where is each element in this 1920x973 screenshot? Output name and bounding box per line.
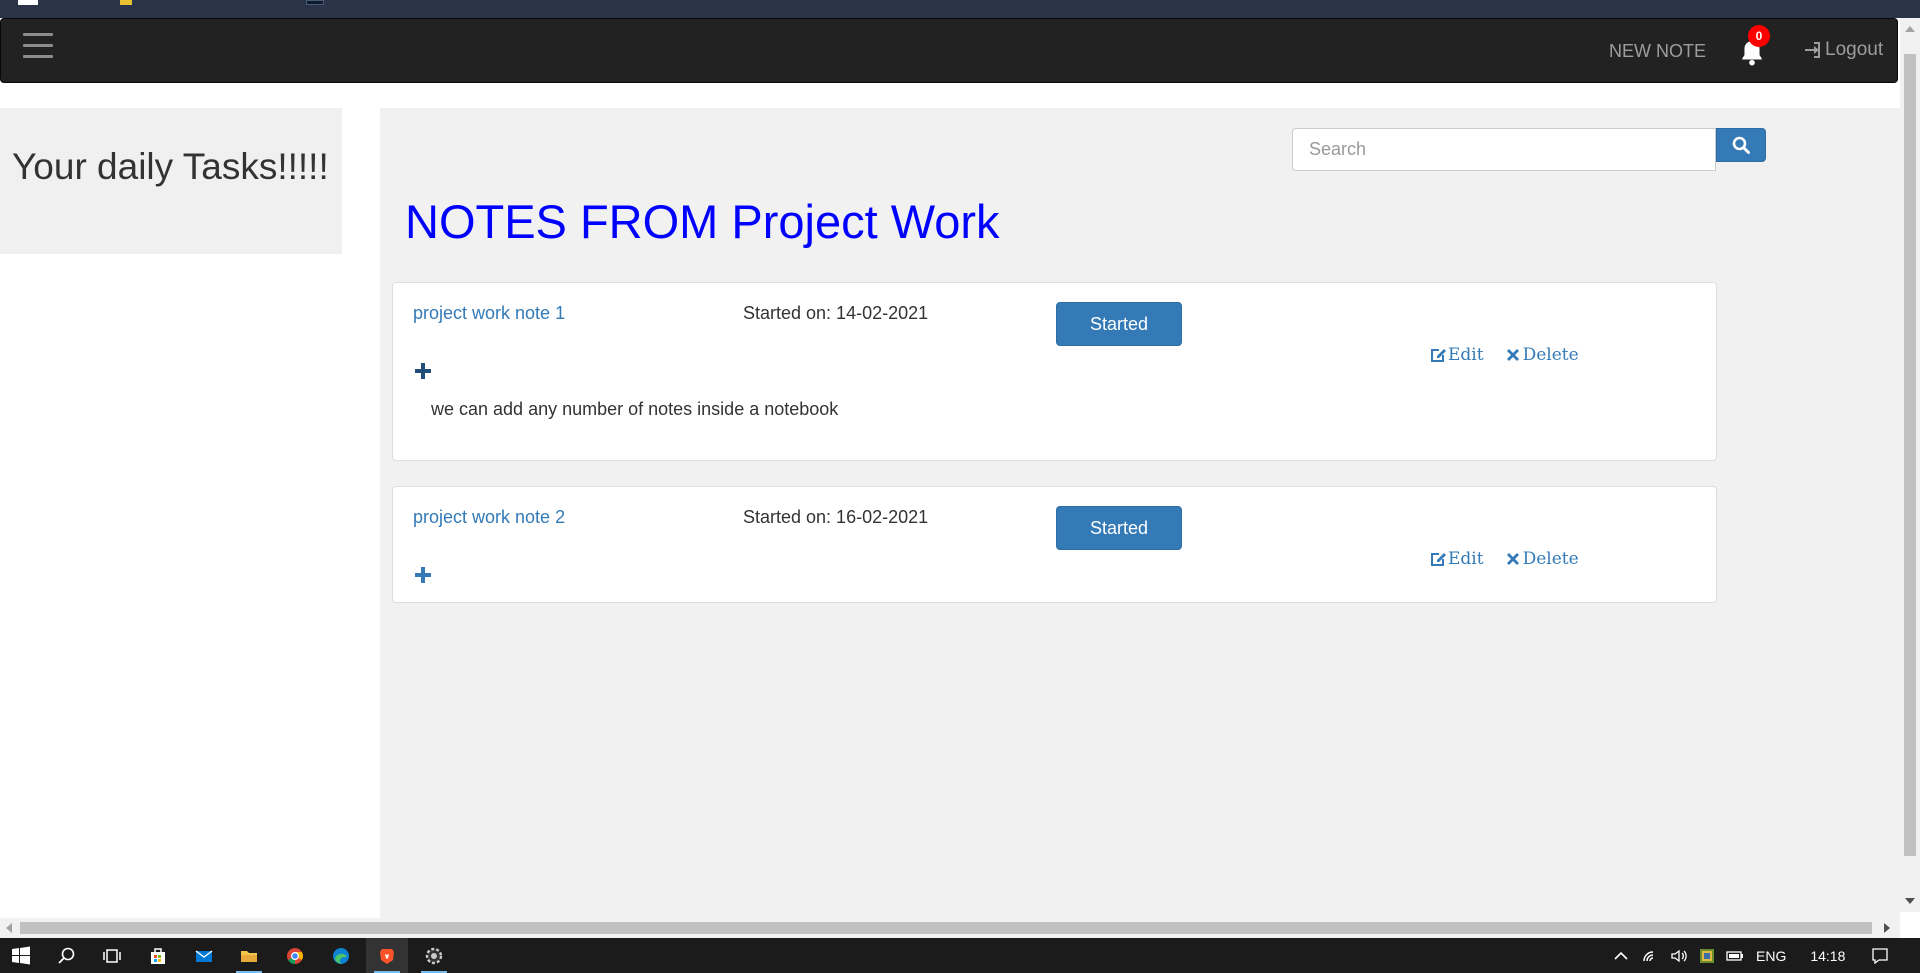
store-icon[interactable] <box>137 938 179 973</box>
sidebar-heading: Your daily Tasks!!!!! <box>12 146 329 187</box>
edit-note-link[interactable]: Edit <box>1429 345 1484 365</box>
close-icon <box>1506 553 1519 565</box>
note-title-link[interactable]: project work note 2 <box>413 507 565 528</box>
note-card: project work note 1 Started on: 14-02-20… <box>392 282 1717 461</box>
scrollbar-thumb[interactable] <box>20 922 1872 934</box>
note-actions: Edit Delete <box>1429 549 1579 569</box>
brave-icon[interactable] <box>366 938 408 973</box>
note-start-date: Started on: 14-02-2021 <box>743 303 929 323</box>
edit-label: Edit <box>1448 345 1484 365</box>
scroll-left-arrow-icon[interactable] <box>6 923 12 933</box>
delete-label: Delete <box>1522 345 1579 365</box>
scroll-up-arrow-icon[interactable] <box>1905 26 1915 32</box>
search-form <box>1292 128 1766 171</box>
chrome-icon[interactable] <box>274 938 316 973</box>
logout-link[interactable]: Logout <box>1803 39 1883 61</box>
page: NEW NOTE 0 Logout Your daily Tasks!!!!! <box>0 0 1920 973</box>
vertical-scrollbar[interactable] <box>1900 18 1920 912</box>
note-body-text: we can add any number of notes inside a … <box>431 399 839 419</box>
language-indicator[interactable]: ENG <box>1756 948 1786 964</box>
scroll-right-arrow-icon[interactable] <box>1884 923 1890 933</box>
sidebar-panel: Your daily Tasks!!!!! <box>0 108 342 254</box>
delete-note-link[interactable]: Delete <box>1504 345 1579 365</box>
mail-icon[interactable] <box>183 938 225 973</box>
note-card: project work note 2 Started on: 16-02-20… <box>392 486 1717 603</box>
settings-app-icon[interactable] <box>413 938 455 973</box>
search-input[interactable] <box>1292 128 1716 171</box>
task-view-icon[interactable] <box>91 938 133 973</box>
edit-icon <box>1431 349 1446 362</box>
note-status-button[interactable]: Started <box>1056 302 1182 346</box>
notifications-button[interactable]: 0 <box>1739 25 1770 69</box>
scrollbar-thumb[interactable] <box>1904 54 1916 856</box>
edit-label: Edit <box>1448 549 1484 569</box>
hamburger-menu-icon[interactable] <box>23 33 53 63</box>
windows-taskbar: ENG 14:18 <box>0 938 1920 973</box>
windows-start-icon[interactable] <box>0 938 42 973</box>
notes-main-panel: NOTES FROM Project Work project work not… <box>380 108 1900 918</box>
system-tray: ENG 14:18 <box>1612 938 1889 973</box>
search-icon <box>1732 136 1750 154</box>
clock-time[interactable]: 14:18 <box>1810 948 1845 964</box>
notification-count-badge: 0 <box>1748 25 1770 47</box>
login-arrow-icon <box>1805 42 1820 58</box>
browser-tab-strip <box>0 0 1920 18</box>
bookmark-icon[interactable] <box>306 0 324 5</box>
bookmark-icon[interactable] <box>18 0 38 5</box>
edge-icon[interactable] <box>320 938 362 973</box>
wifi-icon[interactable] <box>1642 947 1660 965</box>
note-start-date: Started on: 16-02-2021 <box>743 507 929 527</box>
note-status-button[interactable]: Started <box>1056 506 1182 550</box>
notification-center-icon[interactable] <box>1871 947 1889 965</box>
edit-note-link[interactable]: Edit <box>1429 549 1484 569</box>
note-title-link[interactable]: project work note 1 <box>413 303 565 324</box>
logout-label: Logout <box>1825 39 1884 60</box>
page-title: NOTES FROM Project Work <box>405 195 1000 248</box>
delete-label: Delete <box>1522 549 1579 569</box>
chevron-up-icon[interactable] <box>1612 947 1630 965</box>
delete-note-link[interactable]: Delete <box>1504 549 1579 569</box>
top-navbar: NEW NOTE 0 Logout <box>0 18 1898 83</box>
horizontal-scrollbar[interactable] <box>0 918 1900 938</box>
note-actions: Edit Delete <box>1429 345 1579 365</box>
file-explorer-icon[interactable] <box>228 938 270 973</box>
new-note-link[interactable]: NEW NOTE <box>1609 41 1706 62</box>
app-tray-icon[interactable] <box>1698 947 1716 965</box>
edit-icon <box>1431 553 1446 566</box>
add-note-plus-icon[interactable] <box>413 565 433 585</box>
star-bookmark-icon[interactable] <box>120 0 132 5</box>
battery-icon[interactable] <box>1726 947 1744 965</box>
add-note-plus-icon[interactable] <box>413 361 433 381</box>
search-button[interactable] <box>1716 128 1766 162</box>
volume-icon[interactable] <box>1670 947 1688 965</box>
search-icon[interactable] <box>46 938 88 973</box>
close-icon <box>1506 349 1519 361</box>
scroll-down-arrow-icon[interactable] <box>1905 898 1915 904</box>
